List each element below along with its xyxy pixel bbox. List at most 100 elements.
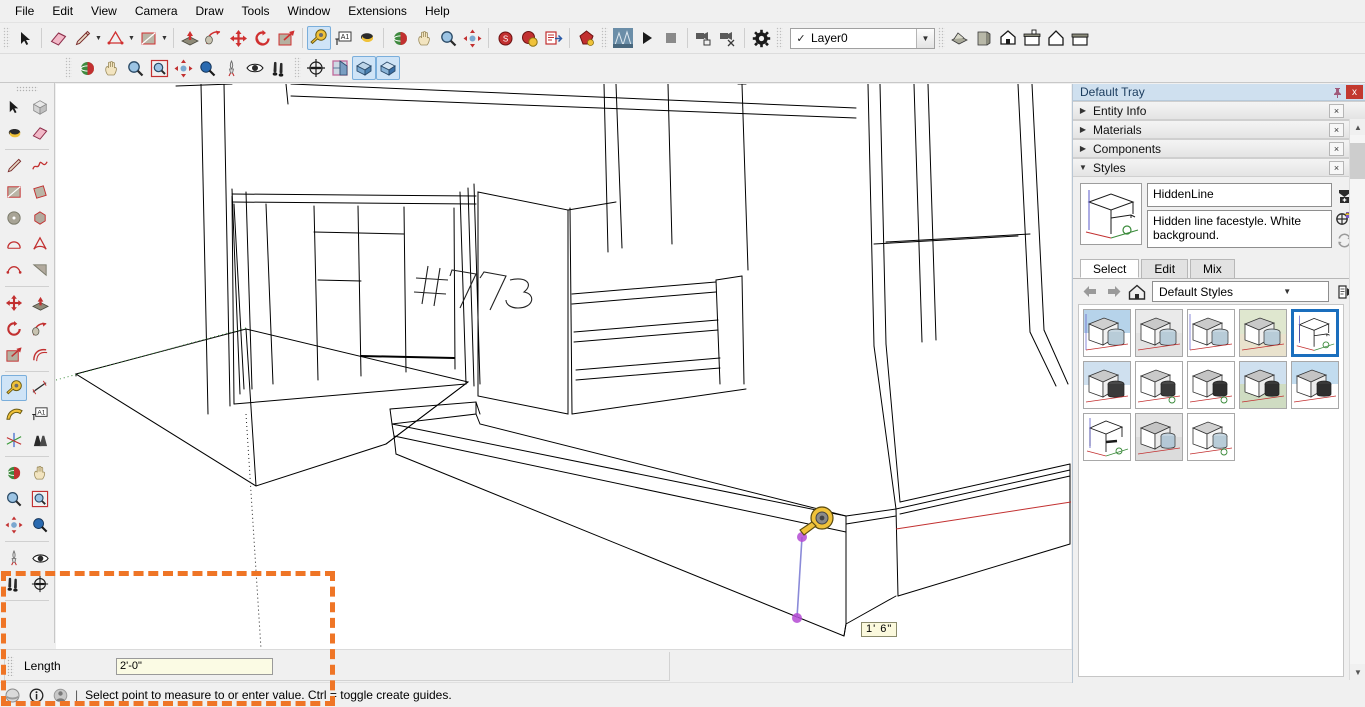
display-section-fill-button[interactable] bbox=[376, 56, 400, 80]
front-view-button[interactable] bbox=[972, 26, 996, 50]
chevron-down-icon[interactable]: ▼ bbox=[1073, 163, 1093, 172]
position-camera-button[interactable] bbox=[219, 56, 243, 80]
chevron-down-icon[interactable]: ▼ bbox=[1241, 287, 1329, 296]
freehand-tool-button[interactable] bbox=[27, 153, 53, 179]
section-toolbar-grip[interactable] bbox=[294, 57, 301, 79]
vcb-grip[interactable] bbox=[7, 656, 14, 676]
left-view-button[interactable] bbox=[1044, 26, 1068, 50]
arrow-left-icon[interactable] bbox=[1079, 281, 1102, 303]
position-camera-tool-left-button[interactable] bbox=[1, 545, 27, 571]
line-tool-button[interactable] bbox=[70, 26, 94, 50]
model-viewport[interactable]: 1' 6" bbox=[56, 84, 1071, 649]
offset-tool-button[interactable] bbox=[27, 342, 53, 368]
scale-tool-button[interactable] bbox=[274, 26, 298, 50]
views-toolbar-grip[interactable] bbox=[938, 27, 945, 49]
style-thumb-shaded-textures[interactable] bbox=[1291, 361, 1339, 409]
pie-tool-button[interactable] bbox=[27, 257, 53, 283]
top-view-button[interactable] bbox=[996, 26, 1020, 50]
style-name-input[interactable]: HiddenLine bbox=[1147, 183, 1332, 207]
pushpull-tool-left-button[interactable] bbox=[27, 290, 53, 316]
style-thumb-hidden-line[interactable] bbox=[1291, 309, 1339, 357]
make-component-tool-button[interactable] bbox=[27, 94, 53, 120]
zoom-window-tool-left-button[interactable] bbox=[27, 486, 53, 512]
play-button[interactable] bbox=[635, 26, 659, 50]
text-tool-left-button[interactable]: A1 bbox=[27, 401, 53, 427]
pan-tool-button[interactable] bbox=[412, 26, 436, 50]
tab-select[interactable]: Select bbox=[1080, 259, 1139, 278]
left-toolbar-grip[interactable] bbox=[16, 86, 38, 92]
move-tool-left-button[interactable] bbox=[1, 290, 27, 316]
style-thumb-back-edges[interactable] bbox=[1135, 413, 1183, 461]
zoom-button[interactable] bbox=[123, 56, 147, 80]
zoom-tool-left-button[interactable] bbox=[1, 486, 27, 512]
style-thumb-textures[interactable] bbox=[1187, 309, 1235, 357]
lumion-tool-1-button[interactable]: S bbox=[493, 26, 517, 50]
back-view-button[interactable] bbox=[1020, 26, 1044, 50]
arc-tool-button[interactable] bbox=[103, 26, 127, 50]
followme-tool-left-button[interactable] bbox=[27, 316, 53, 342]
stop-button[interactable] bbox=[659, 26, 683, 50]
three-point-arc-tool-button[interactable] bbox=[1, 257, 27, 283]
zoom-tool-button[interactable] bbox=[436, 26, 460, 50]
style-thumb-simple-2[interactable] bbox=[1083, 361, 1131, 409]
layer-selector[interactable]: ✓ Layer0 ▼ bbox=[790, 28, 935, 49]
rectangle-tool-left-button[interactable] bbox=[1, 179, 27, 205]
zoom-window-button[interactable] bbox=[147, 56, 171, 80]
tray-scrollbar[interactable]: ▲ ▼ bbox=[1349, 119, 1365, 680]
walk-tool-left-button[interactable] bbox=[1, 571, 27, 597]
text-tool-button[interactable]: A1 bbox=[331, 26, 355, 50]
select-tool-left-button[interactable] bbox=[1, 94, 27, 120]
iso-view-button[interactable] bbox=[948, 26, 972, 50]
menu-item-tools[interactable]: Tools bbox=[233, 1, 279, 21]
lumion-tool-4-button[interactable] bbox=[574, 26, 598, 50]
settings-gear-button[interactable] bbox=[749, 26, 773, 50]
menu-item-file[interactable]: File bbox=[6, 1, 43, 21]
tray-close-button[interactable]: x bbox=[1346, 85, 1363, 99]
menu-item-edit[interactable]: Edit bbox=[43, 1, 82, 21]
zoom-extents-button[interactable] bbox=[171, 56, 195, 80]
dimension-tool-button[interactable] bbox=[27, 375, 53, 401]
move-tool-button[interactable] bbox=[226, 26, 250, 50]
arc-tool-dropdown-icon[interactable]: ▼ bbox=[127, 26, 136, 50]
menu-item-camera[interactable]: Camera bbox=[126, 1, 187, 21]
look-around-tool-left-button[interactable] bbox=[27, 545, 53, 571]
eraser-tool-button[interactable] bbox=[46, 26, 70, 50]
style-thumb-monochrome[interactable] bbox=[1187, 361, 1235, 409]
scroll-up-arrow[interactable]: ▲ bbox=[1350, 119, 1365, 135]
section-styles[interactable]: ▼ Styles × bbox=[1073, 158, 1365, 177]
menu-item-extensions[interactable]: Extensions bbox=[339, 1, 416, 21]
zoom-extents-tool-button[interactable] bbox=[460, 26, 484, 50]
protractor-tool-button[interactable] bbox=[1, 401, 27, 427]
polygon-tool-button[interactable] bbox=[27, 205, 53, 231]
circle-tool-button[interactable] bbox=[1, 205, 27, 231]
section-close-button[interactable]: × bbox=[1329, 142, 1344, 156]
arc-tool-left-button[interactable] bbox=[1, 231, 27, 257]
style-thumb-xray[interactable] bbox=[1239, 309, 1287, 357]
section-components[interactable]: ▶ Components × bbox=[1073, 139, 1365, 158]
account-icon[interactable] bbox=[48, 684, 72, 706]
length-input[interactable] bbox=[116, 658, 273, 675]
pan-tool-left-button[interactable] bbox=[27, 460, 53, 486]
style-description-input[interactable]: Hidden line facestyle. White background. bbox=[1147, 210, 1332, 248]
select-tool-button[interactable] bbox=[13, 26, 37, 50]
chevron-down-icon[interactable]: ▼ bbox=[916, 29, 934, 48]
toolbar-grip[interactable] bbox=[3, 27, 10, 49]
two-point-arc-tool-button[interactable] bbox=[27, 231, 53, 257]
section-entity-info[interactable]: ▶ Entity Info × bbox=[1073, 101, 1365, 120]
style-thumb-wireframe[interactable] bbox=[1083, 413, 1131, 461]
eraser-left-button[interactable] bbox=[27, 120, 53, 146]
section-close-button[interactable]: × bbox=[1329, 104, 1344, 118]
menu-item-window[interactable]: Window bbox=[279, 1, 340, 21]
zoom-extents-tool-left-button[interactable] bbox=[1, 512, 27, 538]
lumion-toolbar-grip[interactable] bbox=[601, 27, 608, 49]
lumion-tool-2-button[interactable] bbox=[517, 26, 541, 50]
geo-location-icon[interactable] bbox=[0, 684, 24, 706]
sync-model-button[interactable] bbox=[692, 26, 716, 50]
orbit-tool-button[interactable] bbox=[388, 26, 412, 50]
section-plane-button[interactable] bbox=[304, 56, 328, 80]
menu-item-draw[interactable]: Draw bbox=[187, 1, 233, 21]
style-collection-dropdown[interactable]: Default Styles ▼ bbox=[1152, 281, 1329, 302]
home-icon[interactable] bbox=[1125, 281, 1148, 303]
rotate-tool-left-button[interactable] bbox=[1, 316, 27, 342]
chevron-right-icon[interactable]: ▶ bbox=[1073, 106, 1093, 115]
